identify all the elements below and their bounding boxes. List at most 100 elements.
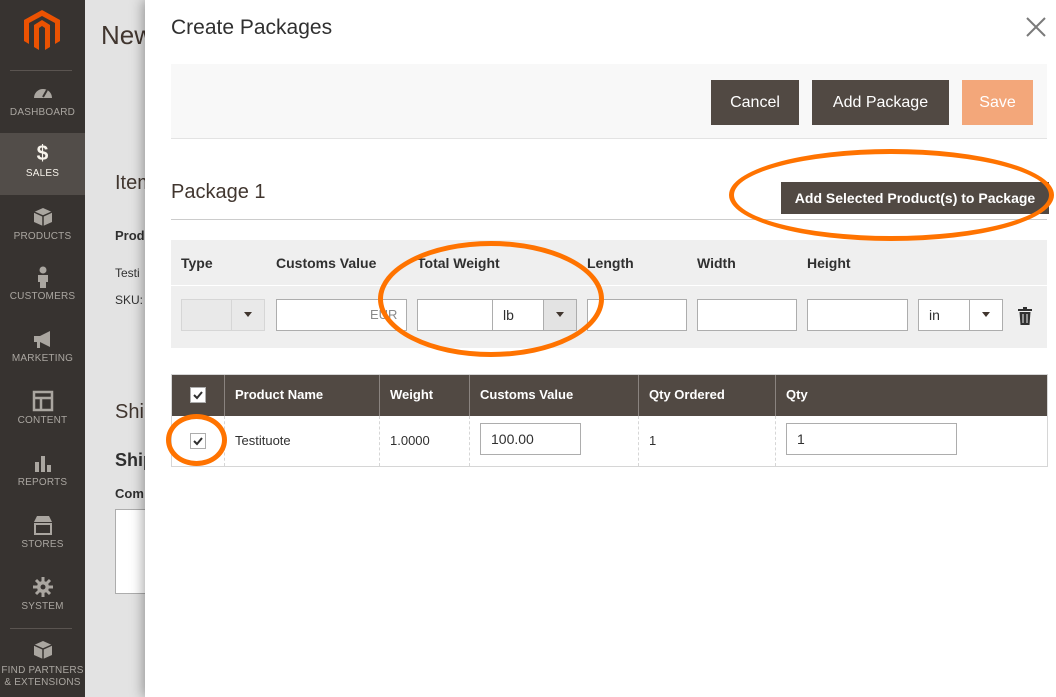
column-divider [224,416,225,466]
nav-marketing[interactable]: MARKETING [0,328,85,390]
customs-currency: EUR [370,307,398,322]
page-title: New [101,20,145,50]
height-input[interactable] [807,299,908,331]
chevron-down-icon [969,300,1002,330]
column-divider [638,375,639,416]
total-weight-input[interactable] [417,299,494,331]
nav-reports[interactable]: REPORTS [0,452,85,514]
product-name-cell: Testituote [235,433,291,448]
column-divider [775,416,776,466]
gear-icon [32,577,53,597]
column-divider [638,416,639,466]
magento-logo[interactable] [22,8,62,52]
modal-title: Create Packages [171,16,333,39]
product-name-header: Product Name [235,387,324,402]
weight-header: Weight [390,387,434,402]
package-divider [171,219,1047,220]
megaphone-icon [33,331,50,348]
column-divider [469,375,470,416]
shipping-subheading: Ship [115,450,145,470]
qty-ordered-header: Qty Ordered [649,387,725,402]
product-label: Prod [115,228,145,243]
nav-customers[interactable]: CUSTOMERS [0,266,85,328]
nav-label: MARKETING [11,353,74,364]
cancel-button[interactable]: Cancel [711,80,799,125]
nav-label: CUSTOMERS [9,291,76,302]
qty-header: Qty [786,387,808,402]
dollar-icon: $ [36,142,49,165]
dimensions-divider [171,285,1047,286]
dimension-unit-select[interactable]: in [918,299,1003,331]
comment-textarea [115,509,145,594]
save-button[interactable]: Save [962,80,1033,125]
nav-divider [10,628,72,629]
nav-stores[interactable]: STORES [0,514,85,576]
weight-unit-select[interactable]: lb [492,299,577,331]
checkmark-icon [193,437,203,446]
product-value: Testi [115,266,140,280]
shipping-heading: Shi [115,401,144,423]
type-select[interactable] [181,299,265,331]
nav-label-line1: FIND PARTNERS [1,665,84,676]
store-icon [33,516,52,535]
type-header: Type [181,255,213,271]
customs-value-cell-input[interactable] [480,423,581,455]
create-packages-modal: Create Packages Cancel Add Package Save … [145,0,1056,697]
dimension-unit-value: in [929,307,940,323]
width-header: Width [697,255,736,271]
nav-sales[interactable]: $ SALES [0,133,85,195]
comment-label: Com [115,486,144,501]
nav-label: STORES [21,539,64,550]
nav-label: SALES [25,168,60,179]
box-icon [33,641,52,659]
person-icon [37,266,48,288]
total-weight-header: Total Weight [417,255,500,271]
row-checkbox[interactable] [190,433,206,449]
column-divider [379,416,380,466]
items-heading: Item [115,172,145,194]
nav-products[interactable]: PRODUCTS [0,206,85,268]
customs-value-col-header: Customs Value [480,387,574,402]
qty-ordered-cell: 1 [649,433,657,448]
table-header: Product Name Weight Customs Value Qty Or… [172,375,1047,416]
select-all-checkbox[interactable] [190,387,206,403]
package-title: Package 1 [171,181,266,203]
chevron-down-icon [231,300,264,330]
height-header: Height [807,255,851,271]
checkmark-icon [193,391,203,400]
nav-content[interactable]: CONTENT [0,390,85,452]
admin-sidebar: DASHBOARD $ SALES PRODUCTS CUSTOMERS MAR… [0,0,85,697]
nav-label-line2: & EXTENSIONS [4,677,81,688]
weight-cell: 1.0000 [390,433,430,448]
nav-label: SYSTEM [21,601,64,612]
cube-icon [33,208,52,226]
trash-icon[interactable] [1017,307,1033,325]
nav-find-partners[interactable]: FIND PARTNERS & EXTENSIONS [0,640,85,697]
nav-label: DASHBOARD [9,107,76,118]
column-divider [775,375,776,416]
nav-label: PRODUCTS [13,231,72,242]
dashboard-icon [33,89,52,98]
package-items-table: Product Name Weight Customs Value Qty Or… [171,374,1048,467]
background-page: New Item Prod Testi SKU: Shi Ship Com [85,0,145,697]
sku-label: SKU: [115,293,144,307]
width-input[interactable] [697,299,797,331]
bar-chart-icon [34,456,51,472]
layout-icon [32,390,53,412]
column-divider [224,375,225,416]
length-input[interactable] [587,299,687,331]
column-divider [379,375,380,416]
modal-toolbar: Cancel Add Package Save [171,64,1047,139]
add-package-button[interactable]: Add Package [812,80,949,125]
nav-label: REPORTS [17,477,68,488]
qty-input[interactable] [786,423,957,455]
close-icon[interactable] [1023,14,1049,40]
nav-label: CONTENT [17,415,68,426]
chevron-down-icon [543,300,576,330]
add-selected-products-button[interactable]: Add Selected Product(s) to Package [781,182,1049,214]
length-header: Length [587,255,634,271]
customs-value-header: Customs Value [276,255,377,271]
weight-unit-value: lb [503,307,514,323]
package-dimensions: Type Customs Value Total Weight Length W… [171,240,1047,348]
logo-divider [10,70,72,71]
